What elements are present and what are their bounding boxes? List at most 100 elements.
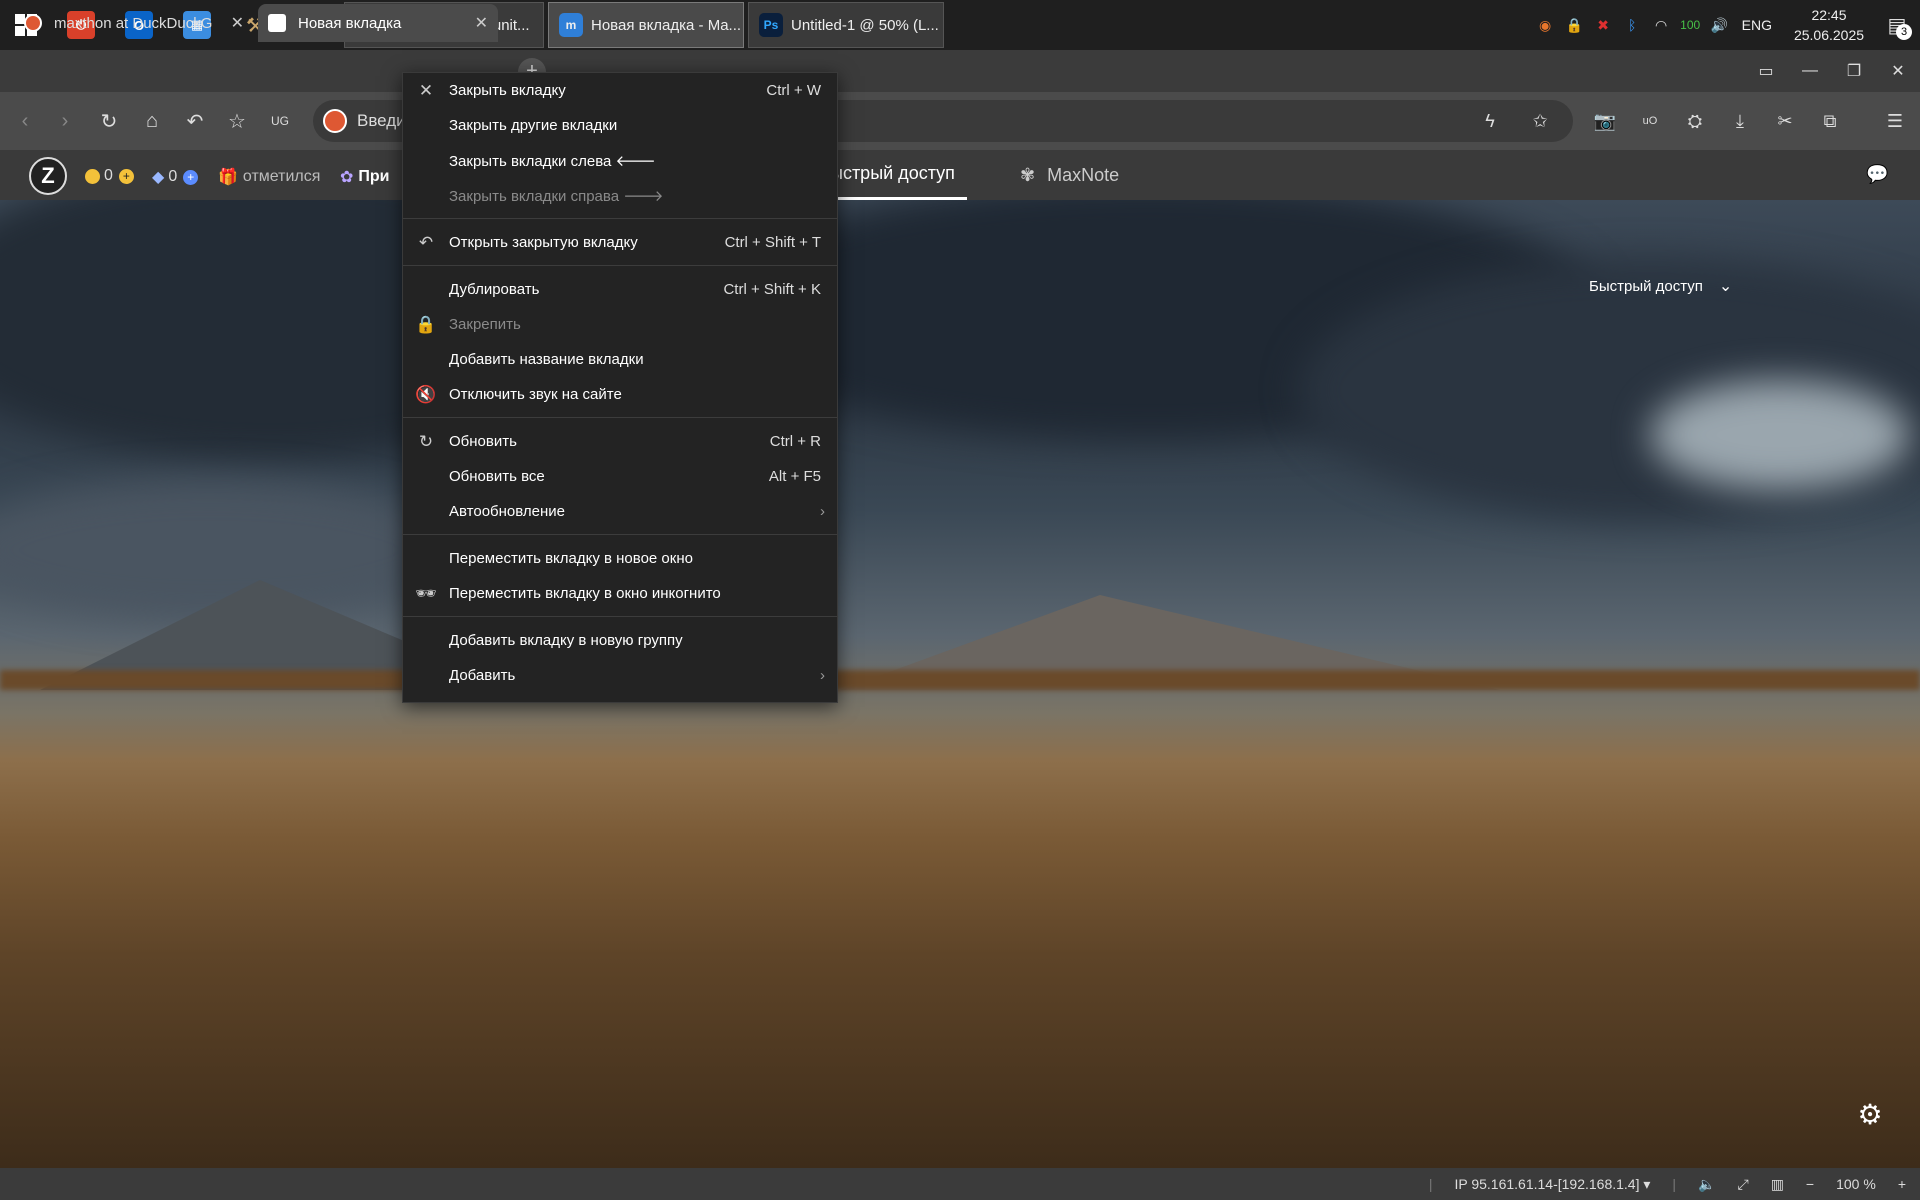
checkin-label: отметился [242,168,321,185]
screenshot-icon[interactable]: 📷 [1590,106,1620,136]
system-tray: ◉ 🔒 ✖ ᛒ ◠ 100 🔊 ENG 22:45 25.06.2025 ▤ 3 [1531,0,1920,50]
battery-level[interactable]: 100 [1676,0,1705,50]
menu-item[interactable]: 🕶 Переместить вкладку в окно инкогнито [403,576,837,611]
clock[interactable]: 22:45 25.06.2025 [1784,5,1874,45]
undo-icon: ↶ [418,232,434,252]
tab-duckduckgo[interactable]: maxthon at DuckDuckG ✕ [14,4,254,42]
quick-access-dropdown[interactable]: Быстрый доступ ⌄ [1589,276,1732,296]
gems-counter[interactable]: ◆ 0 + [152,167,202,187]
close-icon: ✕ [418,80,434,100]
translate-extension-icon[interactable]: ⛭ [1680,106,1710,136]
menu-item[interactable]: ↻ Обновить Ctrl + R [403,424,837,459]
quick-access-dropdown-label: Быстрый доступ [1589,277,1703,295]
zoom-in-icon[interactable]: + [1898,1176,1906,1192]
gem-icon: ◆ [152,169,165,186]
add-coins-icon[interactable]: + [118,168,134,184]
security-icon[interactable]: 🔒 [1560,0,1589,50]
coins-counter[interactable]: 0 + [85,167,138,185]
tab-context-menu: ✕ Закрыть вкладку Ctrl + W Закрыть другие в… [402,72,838,703]
menu-item[interactable]: Добавить вкладку в новую группу [403,623,837,658]
back-icon[interactable]: ‹ [10,106,40,136]
apps-link[interactable]: ✿ При [340,167,390,187]
menu-icon[interactable]: ☰ [1880,106,1910,136]
menu-separator [403,616,837,617]
close-window-icon[interactable]: ✕ [1876,50,1920,92]
menu-item-shortcut: Ctrl + Shift + T [724,234,821,251]
menu-item[interactable]: Переместить вкладку в новое окно [403,541,837,576]
tab-quick-access-label: ыстрый доступ [830,163,955,183]
browser-toolbar: ‹ › ↻ ⌂ ↶ ☆ UG Введи ϟ ✩ 📷 uO ⛭ ⤓ ✂ ⧉ ☰ [0,92,1920,150]
maxthon-browser-icon: m [559,13,583,37]
wifi-icon[interactable]: ◠ [1647,0,1676,50]
photoshop-icon: Ps [759,13,783,37]
zoom-out-icon[interactable]: − [1806,1176,1814,1192]
menu-item-label: Открыть закрытую вкладку [449,234,638,251]
ublock-icon[interactable]: uO [1635,106,1665,136]
ip-label: IP 95.161.61.14-[192.168.1.4] [1454,1175,1640,1192]
checkin-status[interactable]: 🎁 отметился [218,167,320,187]
home-icon[interactable]: ⌂ [137,106,167,136]
extensions-icon[interactable]: ⧉ [1815,106,1845,136]
ip-address[interactable]: IP 95.161.61.14-[192.168.1.4] ▾ [1454,1176,1650,1193]
menu-item-label: Закрыть вкладки справа 🡒 [449,188,664,205]
status-bar: | IP 95.161.61.14-[192.168.1.4] ▾ | 🔈 ⤢ … [0,1168,1920,1200]
menu-item-label: Автообновление [449,503,565,520]
firefox-icon[interactable]: ◉ [1531,0,1560,50]
volume-icon[interactable]: 🔈 [1698,1176,1715,1193]
lightning-icon[interactable]: ϟ [1475,106,1505,136]
close-icon[interactable]: ✕ [475,13,488,33]
add-favorite-icon[interactable]: ✩ [1525,106,1555,136]
fullscreen-icon[interactable]: ⤢ [1737,1176,1748,1193]
language-indicator[interactable]: ENG [1742,17,1772,33]
sidebar-toggle-icon[interactable]: ▭ [1744,50,1788,92]
avatar[interactable]: Z [29,157,67,195]
chat-icon[interactable]: 💬 [1866,164,1888,185]
volume-icon[interactable]: 🔊 [1705,0,1734,50]
undo-close-icon[interactable]: ↶ [180,106,210,136]
tools-extension-icon[interactable]: ✂ [1770,106,1800,136]
menu-item[interactable]: 🔇 Отключить звук на сайте [403,377,837,412]
settings-gear-icon[interactable]: ⚙ [1855,1100,1885,1130]
menu-separator [403,534,837,535]
menu-item-shortcut: Ctrl + R [769,433,821,450]
notification-center-button[interactable]: ▤ 3 [1874,0,1920,50]
minimize-icon[interactable]: — [1788,50,1832,92]
status-divider: | [1428,1176,1433,1192]
apps-label: При [358,168,390,185]
chevron-right-icon: › [820,503,825,520]
menu-item[interactable]: Обновить все Alt + F5 [403,459,837,494]
menu-item-label: Закрыть вкладки слева 🡐 [449,153,656,170]
taskbar-app-photoshop[interactable]: Ps Untitled-1 @ 50% (L... [748,2,944,48]
address-input[interactable]: Введи [357,111,406,131]
coin-icon [85,168,100,184]
menu-item-label: Обновить [449,433,517,450]
menu-item[interactable]: ✕ Закрыть вкладку Ctrl + W [403,73,837,108]
menu-item[interactable]: Добавить › [403,658,837,693]
menu-item[interactable]: Автообновление › [403,494,837,529]
menu-separator [403,265,837,266]
menu-item: 🔒 Закрепить [403,307,837,342]
bookmark-star-icon[interactable]: ☆ [222,106,252,136]
menu-item[interactable]: Закрыть другие вкладки [403,108,837,143]
forward-icon[interactable]: › [50,106,80,136]
menu-item[interactable]: Добавить название вкладки [403,342,837,377]
menu-item[interactable]: Закрыть вкладки слева 🡐 [403,143,837,178]
download-icon[interactable]: ⤓ [1725,106,1755,136]
close-app-icon[interactable]: ✖ [1589,0,1618,50]
reader-view-icon[interactable]: ▥ [1771,1176,1784,1193]
menu-item[interactable]: ↶ Открыть закрытую вкладку Ctrl + Shift + … [403,225,837,260]
tab-new-tab[interactable]: Новая вкладка ✕ [258,4,498,42]
menu-item[interactable]: Дублировать Ctrl + Shift + K [403,272,837,307]
add-gems-icon[interactable]: + [183,169,199,185]
ug-extension-icon[interactable]: UG [265,106,295,136]
menu-item-label: Отключить звук на сайте [449,386,622,403]
bluetooth-icon[interactable]: ᛒ [1618,0,1647,50]
restore-icon[interactable]: ❐ [1832,50,1876,92]
close-icon[interactable]: ✕ [231,13,244,33]
menu-item-label: Обновить все [449,468,545,485]
taskbar-app-new-tab[interactable]: m Новая вкладка - Ma... [548,2,744,48]
chevron-down-icon: ⌄ [1718,278,1733,295]
tab-quick-access[interactable]: ыстрый доступ [830,150,967,200]
reload-icon[interactable]: ↻ [94,106,124,136]
tab-maxnote[interactable]: ✾ MaxNote [1020,150,1119,200]
